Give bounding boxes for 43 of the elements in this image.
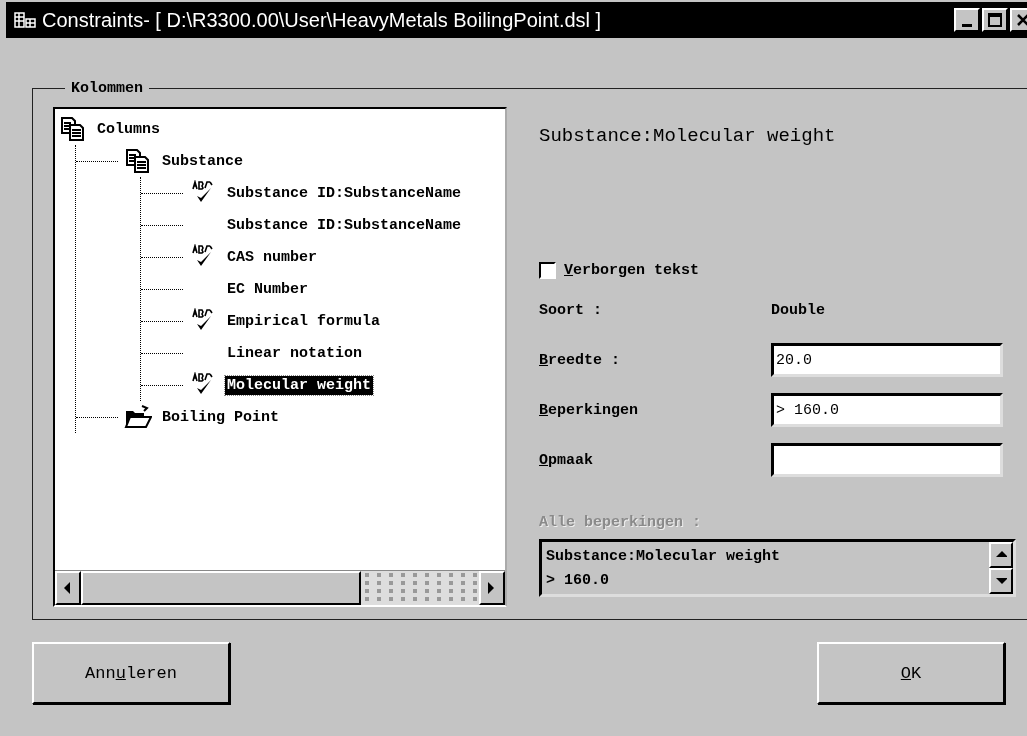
tree-item[interactable]: EC Number xyxy=(225,279,310,299)
checkbox-label[interactable]: Verborgen tekst xyxy=(564,261,700,279)
field-label: Opmaak xyxy=(539,451,595,469)
tree-item[interactable]: CAS number xyxy=(225,247,319,267)
close-icon xyxy=(1016,13,1027,27)
field-label: Soort : xyxy=(539,301,603,319)
field-label: Beperkingen xyxy=(539,401,640,419)
table-icon xyxy=(14,11,36,29)
type-value: Double xyxy=(771,301,826,319)
dialog-button[interactable]: OK xyxy=(817,642,1005,704)
documents-icon xyxy=(61,117,85,141)
input-field[interactable]: > 160.0 xyxy=(771,393,1003,427)
field-label: Alle beperkingen : xyxy=(539,514,702,531)
column-heading: Substance:Molecular weight xyxy=(539,125,837,149)
group-label: Kolommen xyxy=(70,80,144,97)
dialog-button[interactable]: Annuleren xyxy=(32,642,230,704)
scroll-right-button[interactable] xyxy=(479,571,505,605)
open-folder-icon xyxy=(124,405,152,429)
horizontal-scrollbar[interactable] xyxy=(55,570,505,605)
input-field[interactable] xyxy=(771,443,1003,477)
scroll-thumb[interactable] xyxy=(81,571,361,605)
documents-icon xyxy=(126,149,150,173)
tree-item[interactable]: Columns xyxy=(95,119,162,139)
tree-item[interactable]: Empirical formula xyxy=(225,311,383,331)
minimize-icon xyxy=(962,23,972,27)
tree-item[interactable]: Linear notation xyxy=(225,343,365,363)
maximize-icon xyxy=(988,13,1002,27)
checkbox[interactable] xyxy=(539,261,556,279)
maximize-button[interactable] xyxy=(982,8,1008,32)
scroll-up-button[interactable] xyxy=(989,542,1013,568)
input-field[interactable]: 20.0 xyxy=(771,343,1003,377)
tree-item[interactable]: Boiling Point xyxy=(160,407,282,427)
window-title: Constraints- [ D:\R3300.00\User\HeavyMetals BoilingPoint.dsl ] xyxy=(42,8,603,32)
tree-item[interactable]: Substance xyxy=(160,151,245,171)
scroll-left-button[interactable] xyxy=(55,571,81,605)
scroll-down-button[interactable] xyxy=(989,568,1013,594)
tree-item[interactable]: Substance ID:SubstanceName xyxy=(225,215,464,235)
tree-item[interactable]: Molecular weight xyxy=(225,375,374,395)
tree-item[interactable]: Substance ID:SubstanceName xyxy=(225,183,464,203)
list-line: > 160.0 xyxy=(546,571,610,591)
list-line: Substance:Molecular weight xyxy=(546,547,782,567)
field-label: Breedte : xyxy=(539,351,622,369)
minimize-button[interactable] xyxy=(954,8,980,32)
